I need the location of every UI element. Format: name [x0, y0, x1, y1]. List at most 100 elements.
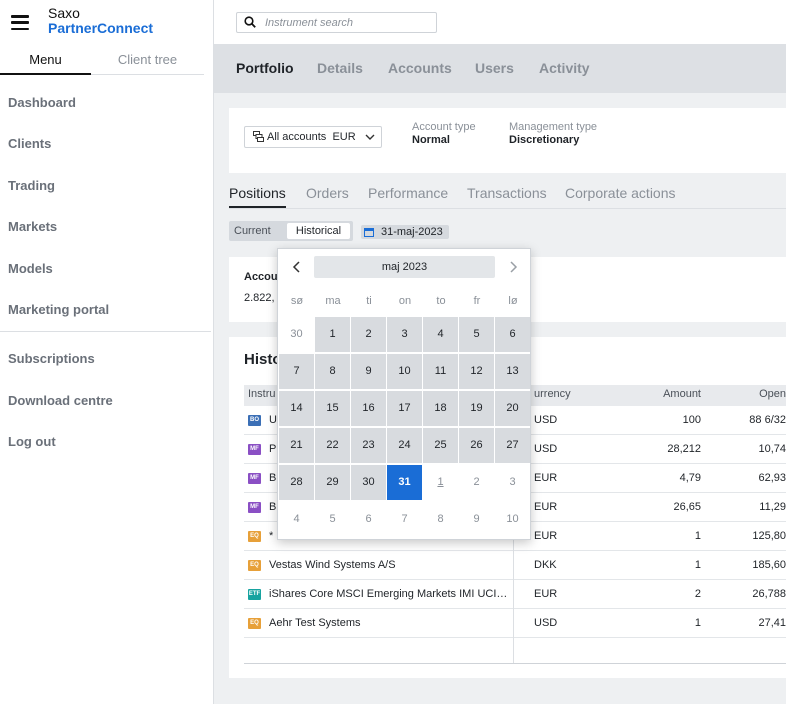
- chevron-left-icon[interactable]: [288, 260, 306, 274]
- toggle-current[interactable]: Current: [234, 223, 271, 239]
- calendar-day[interactable]: 10: [387, 354, 422, 389]
- calendar-day[interactable]: 7: [279, 354, 314, 389]
- calendar-day[interactable]: 13: [495, 354, 530, 389]
- calendar-day[interactable]: 2: [459, 465, 494, 500]
- calendar-day[interactable]: 24: [387, 428, 422, 463]
- sidebar-item-marketing-portal[interactable]: Marketing portal: [8, 302, 109, 317]
- tab-portfolio[interactable]: Portfolio: [236, 60, 294, 76]
- tab-menu[interactable]: Menu: [0, 52, 91, 75]
- sidebar-item-models[interactable]: Models: [8, 261, 53, 276]
- sidebar-item-log-out[interactable]: Log out: [8, 434, 56, 449]
- calendar-day[interactable]: 1: [315, 317, 350, 352]
- calendar-day[interactable]: 3: [387, 317, 422, 352]
- column-instrument[interactable]: Instru: [248, 388, 276, 400]
- amount-cell: 28,212: [667, 443, 701, 455]
- calendar-day[interactable]: 1: [423, 465, 458, 500]
- calendar-day[interactable]: 29: [315, 465, 350, 500]
- date-picker-button[interactable]: 31-maj-2023: [361, 225, 449, 239]
- month-label[interactable]: maj 2023: [314, 256, 495, 278]
- search-input[interactable]: [265, 15, 433, 30]
- column-open[interactable]: Open: [714, 388, 786, 400]
- calendar-day[interactable]: 12: [459, 354, 494, 389]
- weekday-header: ti: [366, 295, 372, 307]
- sidebar-item-clients[interactable]: Clients: [8, 136, 51, 151]
- tab-performance[interactable]: Performance: [368, 185, 448, 206]
- calendar-day[interactable]: 23: [351, 428, 386, 463]
- calendar-day[interactable]: 17: [387, 391, 422, 426]
- tab-corporate-actions[interactable]: Corporate actions: [565, 185, 676, 206]
- calendar-day[interactable]: 28: [279, 465, 314, 500]
- selected-date: 31-maj-2023: [381, 226, 443, 238]
- open-cell: 11,29: [759, 501, 786, 513]
- calendar-day[interactable]: 4: [423, 317, 458, 352]
- account-selector[interactable]: All accounts EUR: [244, 126, 382, 148]
- toggle-historical[interactable]: Historical: [287, 223, 350, 239]
- calendar-day[interactable]: 5: [315, 502, 350, 537]
- calendar-day[interactable]: 22: [315, 428, 350, 463]
- table-row[interactable]: ETF iShares Core MSCI Emerging Markets IM…: [244, 580, 786, 609]
- calendar-day[interactable]: 2: [351, 317, 386, 352]
- weekday-header: to: [436, 295, 446, 307]
- calendar-day[interactable]: 15: [315, 391, 350, 426]
- brand-logo: Saxo PartnerConnect: [48, 6, 153, 36]
- amount-cell: 1: [694, 617, 701, 629]
- column-currency[interactable]: urrency: [534, 388, 571, 400]
- calendar-day[interactable]: 20: [495, 391, 530, 426]
- calendar-day[interactable]: 25: [423, 428, 458, 463]
- tab-details[interactable]: Details: [317, 60, 363, 76]
- instrument-name: Aehr Test Systems: [269, 617, 361, 629]
- calendar-day[interactable]: 10: [495, 502, 530, 537]
- calendar-day[interactable]: 16: [351, 391, 386, 426]
- currency-cell: USD: [534, 414, 558, 426]
- sidebar-item-markets[interactable]: Markets: [8, 219, 57, 234]
- calendar-day[interactable]: 8: [315, 354, 350, 389]
- instrument-name: iShares Core MSCI Emerging Markets IMI U…: [269, 588, 512, 600]
- sidebar-item-subscriptions[interactable]: Subscriptions: [8, 351, 95, 366]
- open-cell: 88 6/32: [749, 414, 786, 426]
- calendar-day[interactable]: 6: [351, 502, 386, 537]
- calendar-day[interactable]: 30: [351, 465, 386, 500]
- instrument-search[interactable]: [236, 12, 437, 33]
- sidebar-item-download-centre[interactable]: Download centre: [8, 393, 113, 408]
- table-row[interactable]: EQ Vestas Wind Systems A/S DKK 1 185,60: [244, 551, 786, 580]
- calendar-day[interactable]: 3: [495, 465, 530, 500]
- account-type-label: Account type: [412, 121, 476, 133]
- account-card: All accounts EUR Account type Normal Man…: [229, 108, 786, 173]
- open-cell: 27,41: [758, 617, 786, 629]
- chevron-down-icon: [365, 134, 375, 140]
- instrument-type-badge: EQ: [248, 560, 261, 571]
- calendar-day[interactable]: 6: [495, 317, 530, 352]
- calendar-day[interactable]: 18: [423, 391, 458, 426]
- account-selector-label: All accounts EUR: [267, 131, 356, 143]
- tab-transactions[interactable]: Transactions: [467, 185, 547, 206]
- sidebar-item-trading[interactable]: Trading: [8, 178, 55, 193]
- calendar-day[interactable]: 7: [387, 502, 422, 537]
- calendar-day[interactable]: 26: [459, 428, 494, 463]
- calendar-day[interactable]: 27: [495, 428, 530, 463]
- calendar-day[interactable]: 4: [279, 502, 314, 537]
- calendar-day[interactable]: 30: [279, 317, 314, 352]
- calendar-day[interactable]: 8: [423, 502, 458, 537]
- brand-line-1: Saxo: [48, 5, 80, 21]
- sidebar-item-dashboard[interactable]: Dashboard: [8, 95, 76, 110]
- tab-client-tree[interactable]: Client tree: [91, 52, 204, 75]
- calendar-day[interactable]: 9: [351, 354, 386, 389]
- calendar-day[interactable]: 19: [459, 391, 494, 426]
- calendar-day[interactable]: 9: [459, 502, 494, 537]
- calendar-day[interactable]: 5: [459, 317, 494, 352]
- table-row[interactable]: EQ Aehr Test Systems USD 1 27,41: [244, 609, 786, 638]
- calendar-day-selected[interactable]: 31: [387, 465, 422, 500]
- chevron-right-icon[interactable]: [504, 260, 522, 274]
- hamburger-menu-icon[interactable]: [11, 15, 29, 30]
- tab-positions[interactable]: Positions: [229, 185, 286, 208]
- tab-accounts[interactable]: Accounts: [388, 60, 452, 76]
- calendar-day[interactable]: 21: [279, 428, 314, 463]
- calendar-day[interactable]: 11: [423, 354, 458, 389]
- column-amount[interactable]: Amount: [642, 388, 701, 400]
- tab-activity[interactable]: Activity: [539, 60, 590, 76]
- tab-users[interactable]: Users: [475, 60, 514, 76]
- currency-cell: EUR: [534, 472, 558, 484]
- calendar-day[interactable]: 14: [279, 391, 314, 426]
- tab-orders[interactable]: Orders: [306, 185, 349, 206]
- currency-cell: EUR: [534, 501, 558, 513]
